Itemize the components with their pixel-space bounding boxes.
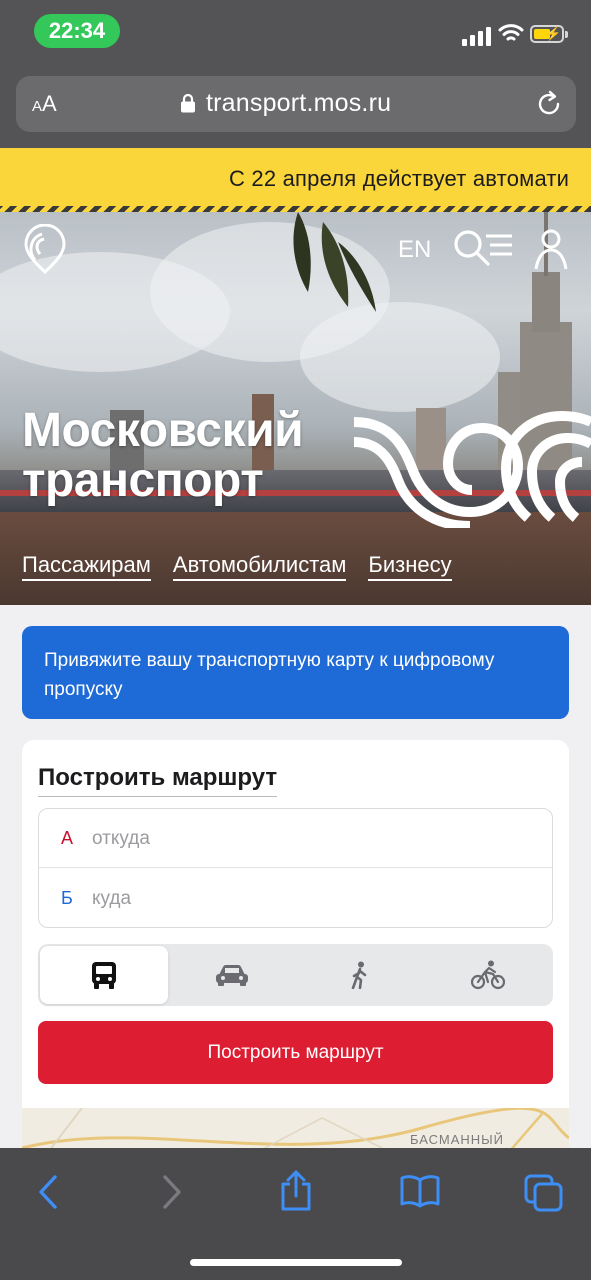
route-title: Построить маршрут	[38, 764, 278, 797]
hero-title: Московский транспорт	[22, 404, 304, 507]
from-placeholder: откуда	[92, 828, 150, 849]
mostransport-logo-icon[interactable]	[22, 224, 68, 274]
nav-passengers[interactable]: Пассажирам	[22, 552, 151, 581]
alert-banner-text: С 22 апреля действует автомати	[229, 166, 570, 191]
walk-icon	[351, 961, 367, 989]
hero-leaves	[293, 212, 376, 312]
forward-icon[interactable]	[160, 1174, 184, 1210]
status-time: 22:34	[34, 14, 120, 48]
hero-building-spire	[532, 272, 560, 332]
bookmarks-icon[interactable]	[400, 1174, 440, 1208]
battery-icon: ⚡	[530, 25, 564, 43]
from-marker: А	[61, 828, 74, 848]
brand-waves-graphic	[353, 410, 591, 528]
transport-mode-selector	[38, 944, 553, 1006]
hero-title-line2: транспорт	[22, 454, 264, 507]
from-field[interactable]: А откуда	[39, 809, 552, 868]
reload-icon[interactable]	[535, 90, 563, 118]
nav-motorists[interactable]: Автомобилистам	[172, 552, 347, 581]
mode-car[interactable]	[168, 946, 296, 1004]
browser-top-chrome: 22:34 ⚡ AA transport.mos.ru	[0, 0, 591, 148]
mode-bike[interactable]	[424, 946, 552, 1004]
wifi-icon	[498, 24, 524, 41]
mode-walk[interactable]	[296, 946, 424, 1004]
mode-public-transport[interactable]	[40, 946, 168, 1004]
bike-icon	[471, 960, 505, 990]
cellular-signal-icon	[462, 24, 492, 46]
build-route-button[interactable]: Построить маршрут	[38, 1021, 553, 1084]
text-size-button[interactable]: AA	[32, 91, 57, 117]
url-text[interactable]: transport.mos.ru	[206, 89, 391, 118]
battery-cap	[565, 31, 568, 38]
address-bar[interactable]: AA transport.mos.ru	[16, 76, 576, 132]
language-switch[interactable]: EN	[398, 236, 431, 264]
promo-card[interactable]: Привяжите вашу транспортную карту к цифр…	[22, 626, 569, 719]
to-field[interactable]: Б куда	[39, 869, 552, 928]
bus-icon	[92, 962, 116, 989]
share-icon[interactable]	[278, 1170, 314, 1212]
tabs-icon[interactable]	[524, 1174, 564, 1212]
hero-section: EN Московский транспорт Пассажирам Автом…	[0, 212, 591, 605]
to-marker: Б	[61, 888, 73, 908]
lock-icon	[181, 93, 195, 113]
to-placeholder: куда	[92, 888, 132, 909]
hero-nav: Пассажирам Автомобилистам Бизнесу	[22, 552, 452, 581]
map-district-label: БАСМАННЫЙ	[410, 1132, 505, 1147]
alert-banner[interactable]: С 22 апреля действует автомати	[0, 148, 591, 212]
route-planner-card: Построить маршрут А откуда Б куда Постро…	[22, 740, 569, 1160]
back-icon[interactable]	[36, 1174, 60, 1210]
user-icon[interactable]	[534, 228, 568, 270]
home-indicator	[190, 1259, 402, 1266]
car-icon	[216, 965, 248, 986]
nav-business[interactable]: Бизнесу	[368, 552, 452, 581]
search-menu-icon[interactable]	[452, 228, 514, 268]
route-fields: А откуда Б куда	[38, 808, 553, 928]
hero-title-line1: Московский	[22, 404, 304, 457]
